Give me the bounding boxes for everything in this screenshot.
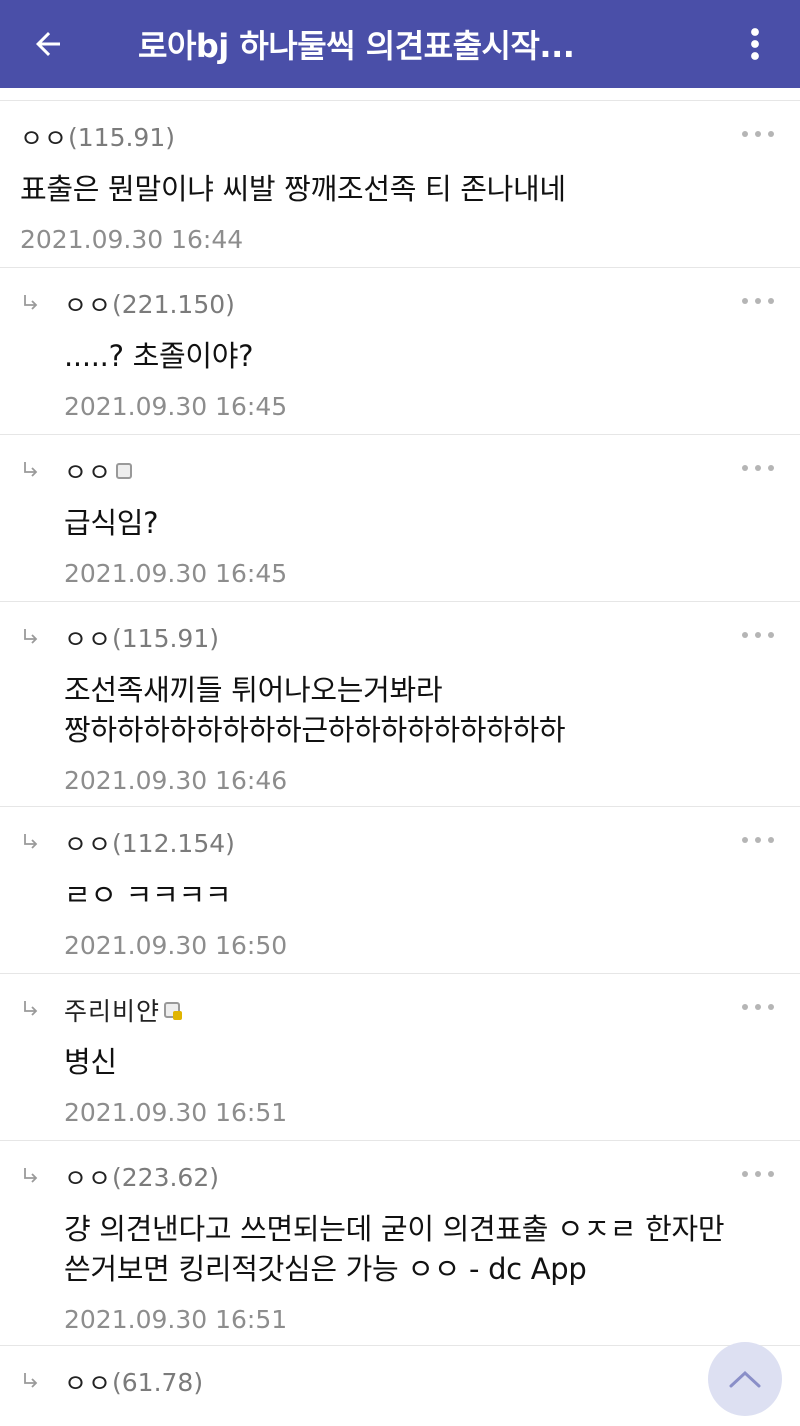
user-badge-icon	[116, 463, 133, 479]
reply-item: ㅇㅇ (115.91) 조선족새끼들 튀어나오는거봐라 짱하하하하하하하하근하하…	[0, 602, 800, 807]
comment-text: ㄹㅇ ㅋㅋㅋㅋ	[64, 878, 232, 912]
gallery-member-badge-icon	[164, 1002, 183, 1020]
chevron-up-icon	[729, 1370, 761, 1388]
comment-text: 걍 의견낸다고 쓰면되는데 굳이 의견표출 ㅇㅈㄹ 한자만 쓴거보면 킹리적갓심…	[64, 1209, 800, 1289]
comment-date: 2021.09.30 16:51	[64, 1305, 288, 1334]
comment-text-line: 걍 의견낸다고 쓰면되는데 굳이 의견표출 ㅇㅈㄹ 한자만	[64, 1212, 725, 1246]
horizontal-dots-icon[interactable]	[742, 1004, 774, 1010]
comment-author[interactable]: 주리비얀	[64, 992, 160, 1028]
reply-item: 주리비얀 병신 2021.09.30 16:51	[0, 974, 800, 1141]
comment-date: 2021.09.30 16:46	[64, 766, 288, 795]
scroll-to-top-button[interactable]	[708, 1342, 782, 1416]
comment-item: ㅇㅇ (115.91) 표출은 뭔말이냐 씨발 짱깨조선족 티 존나내네 202…	[0, 100, 800, 268]
comment-text: 병신	[64, 1045, 117, 1079]
horizontal-dots-icon[interactable]	[742, 298, 774, 304]
reply-arrow-icon	[22, 628, 42, 648]
comment-date: 2021.09.30 16:50	[64, 931, 288, 960]
reply-arrow-icon	[22, 1167, 42, 1187]
arrow-left-icon	[36, 32, 60, 56]
comment-text: 급식임?	[64, 506, 159, 540]
reply-arrow-icon	[22, 833, 42, 853]
comment-date: 2021.09.30 16:45	[64, 559, 288, 588]
reply-arrow-icon	[22, 461, 42, 481]
comment-text-line: 조선족새끼들 튀어나오는거봐라	[64, 673, 443, 707]
comment-author[interactable]: ㅇㅇ	[20, 119, 68, 155]
comment-author[interactable]: ㅇㅇ	[64, 1159, 112, 1195]
comment-text-line: 짱하하하하하하하하근하하하하하하하하하	[64, 713, 566, 747]
vertical-dots-icon	[751, 28, 759, 60]
comment-date: 2021.09.30 16:51	[64, 1098, 288, 1127]
comment-ip: (61.78)	[112, 1367, 204, 1397]
reply-arrow-icon	[22, 294, 42, 314]
comment-date: 2021.09.30 16:44	[20, 225, 244, 254]
comment-author[interactable]: ㅇㅇ	[64, 1364, 112, 1400]
horizontal-dots-icon[interactable]	[742, 837, 774, 843]
reply-arrow-icon	[22, 1000, 42, 1020]
reply-item: ㅇㅇ (61.78)	[0, 1346, 800, 1426]
reply-arrow-icon	[22, 1372, 42, 1392]
comment-text: 표출은 뭔말이냐 씨발 짱깨조선족 티 존나내네	[20, 172, 566, 206]
horizontal-dots-icon[interactable]	[742, 131, 774, 137]
comment-ip: (115.91)	[68, 122, 175, 152]
horizontal-dots-icon[interactable]	[742, 1171, 774, 1177]
comment-date: 2021.09.30 16:45	[64, 392, 288, 421]
horizontal-dots-icon[interactable]	[742, 465, 774, 471]
comment-ip: (221.150)	[112, 289, 235, 319]
app-bar: 로아bj 하나둘씩 의견표출시작...	[0, 0, 800, 88]
reply-item: ㅇㅇ (223.62) 걍 의견낸다고 쓰면되는데 굳이 의견표출 ㅇㅈㄹ 한자…	[0, 1141, 800, 1346]
reply-item: ㅇㅇ (112.154) ㄹㅇ ㅋㅋㅋㅋ 2021.09.30 16:50	[0, 807, 800, 974]
comment-ip: (115.91)	[112, 623, 219, 653]
comment-text-line: 쓴거보면 킹리적갓심은 가능 ㅇㅇ - dc App	[64, 1252, 587, 1286]
comment-author[interactable]: ㅇㅇ	[64, 620, 112, 656]
comment-ip: (112.154)	[112, 828, 235, 858]
comment-text: .....? 초졸이야?	[64, 339, 254, 373]
comment-ip: (223.62)	[112, 1162, 219, 1192]
comment-list: ㅇㅇ (115.91) 표출은 뭔말이냐 씨발 짱깨조선족 티 존나내네 202…	[0, 100, 800, 1426]
comment-author[interactable]: ㅇㅇ	[64, 286, 112, 322]
comment-author[interactable]: ㅇㅇ	[64, 453, 112, 489]
more-options-button[interactable]	[710, 0, 800, 88]
horizontal-dots-icon[interactable]	[742, 632, 774, 638]
back-button[interactable]	[0, 0, 96, 88]
comment-author[interactable]: ㅇㅇ	[64, 825, 112, 861]
page-title: 로아bj 하나둘씩 의견표출시작...	[138, 27, 575, 65]
reply-item: ㅇㅇ 급식임? 2021.09.30 16:45	[0, 435, 800, 602]
reply-item: ㅇㅇ (221.150) .....? 초졸이야? 2021.09.30 16:…	[0, 268, 800, 435]
comment-text: 조선족새끼들 튀어나오는거봐라 짱하하하하하하하하근하하하하하하하하하	[64, 670, 800, 750]
